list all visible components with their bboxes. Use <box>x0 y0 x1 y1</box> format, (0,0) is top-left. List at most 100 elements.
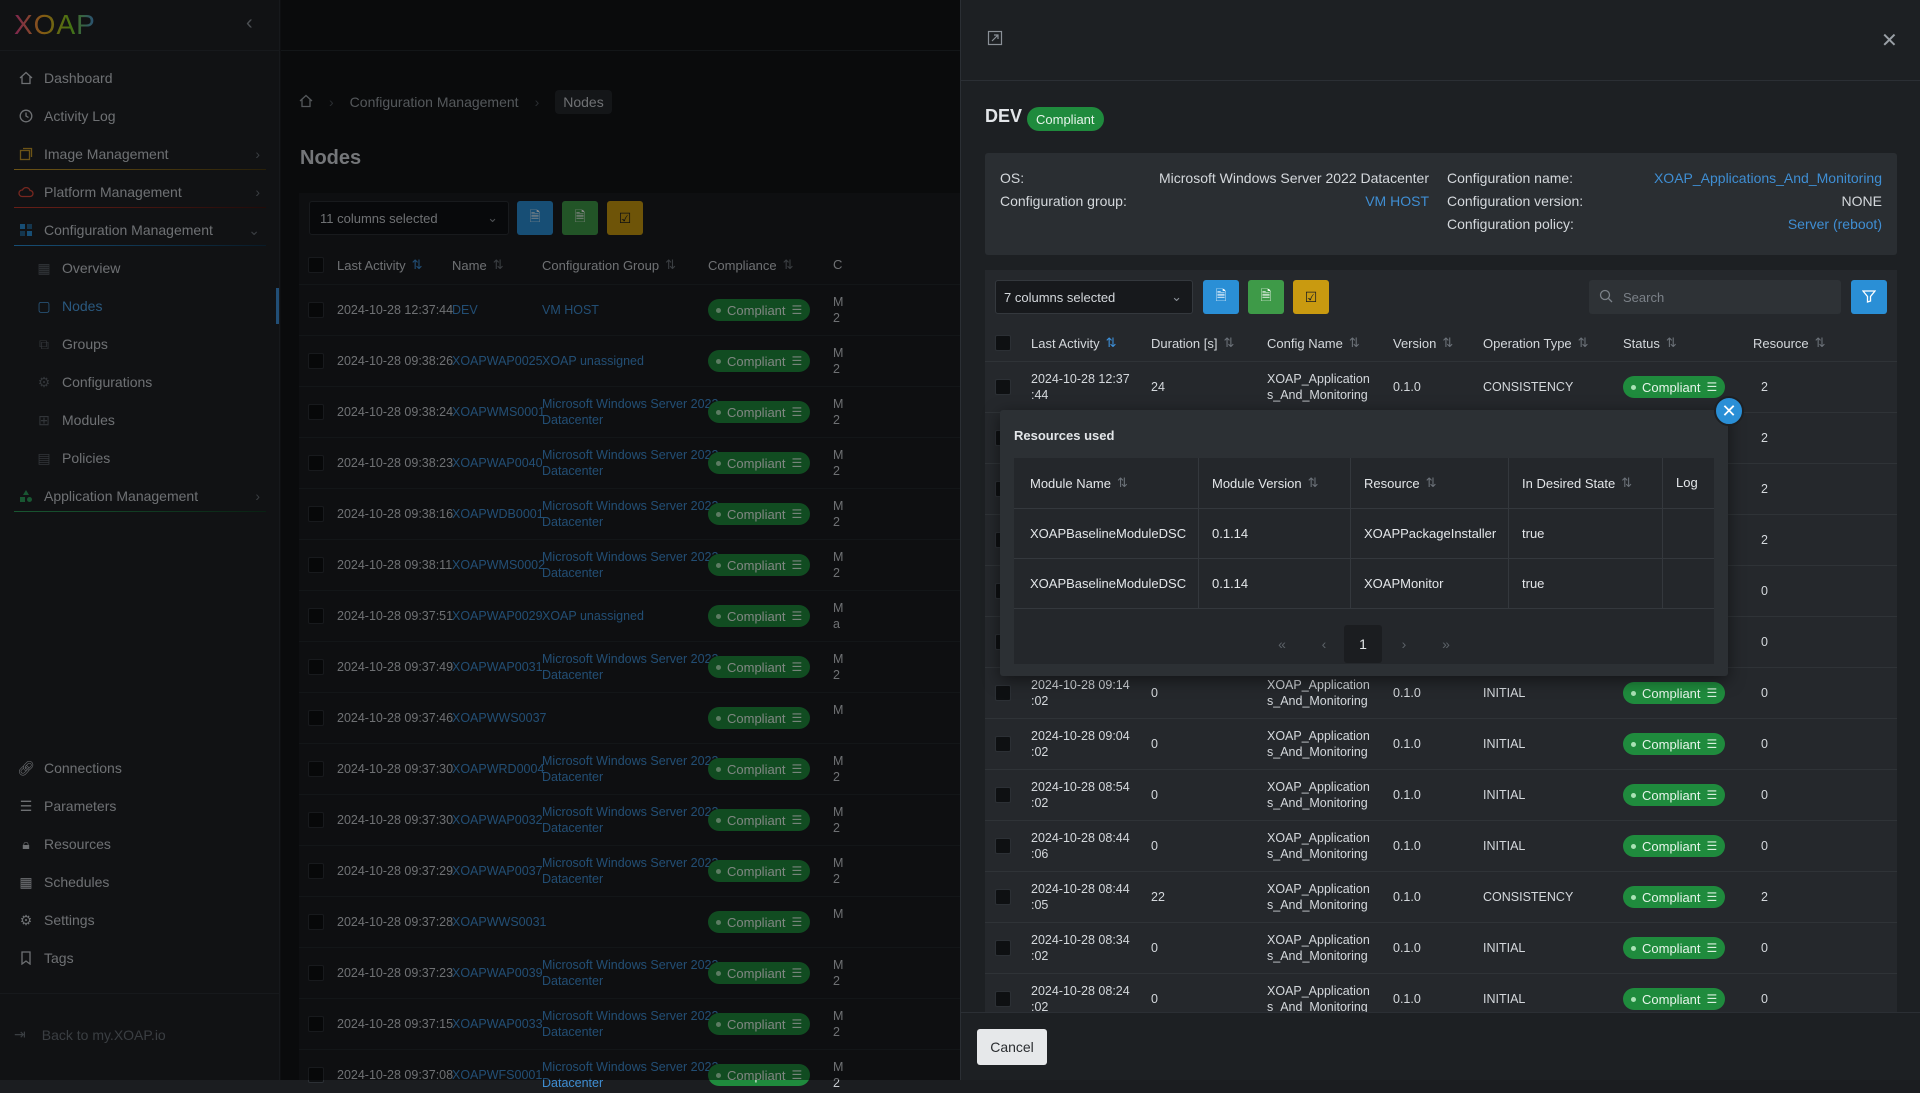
row-checkbox[interactable] <box>995 889 1011 905</box>
divider <box>961 1012 1920 1013</box>
cancel-button[interactable]: Cancel <box>977 1029 1047 1065</box>
modal-backdrop[interactable] <box>0 0 960 1080</box>
cell-resource: XOAPPackageInstaller <box>1364 526 1497 541</box>
cell-version: 0.1.0 <box>1393 686 1421 700</box>
column-divider <box>1350 458 1351 608</box>
badge-label: Compliant <box>1642 787 1701 803</box>
column-selector[interactable]: 7 columns selected ⌄ <box>995 280 1193 314</box>
row-checkbox[interactable] <box>995 940 1011 956</box>
sort-icon: ⇅ <box>1307 475 1319 490</box>
cell-duration: 0 <box>1151 737 1158 751</box>
select-all-checkbox[interactable] <box>995 335 1011 351</box>
popup-title: Resources used <box>1014 428 1115 443</box>
page-number-current[interactable]: 1 <box>1344 625 1382 663</box>
col-header-module-name[interactable]: Module Name ⇅ <box>1030 475 1128 491</box>
cell-last-activity: :02 <box>1031 1000 1049 1012</box>
cell-last-activity: :02 <box>1031 694 1049 708</box>
cell-resource-count: 0 <box>1761 839 1768 853</box>
status-badge[interactable]: Compliant ☰ <box>1623 835 1726 857</box>
cell-version: 0.1.0 <box>1393 890 1421 904</box>
search-input[interactable]: Search <box>1589 280 1841 314</box>
cell-config-name: s_And_Monitoring <box>1267 847 1368 861</box>
cell-module-version: 0.1.14 <box>1212 526 1249 541</box>
badge-label: Compliant <box>1642 685 1701 701</box>
config-policy-label: Configuration policy: <box>1447 216 1574 232</box>
column-divider <box>1198 458 1199 608</box>
first-page-icon[interactable]: « <box>1272 625 1292 663</box>
expand-icon[interactable] <box>987 30 1003 49</box>
prev-page-icon[interactable]: ‹ <box>1314 625 1334 663</box>
col-header-label: Resource <box>1364 475 1420 491</box>
row-checkbox[interactable] <box>995 838 1011 854</box>
export-csv-button[interactable]: 🗎 <box>1203 280 1239 314</box>
row-divider <box>1014 608 1714 609</box>
col-header-label: Operation Type <box>1483 335 1572 351</box>
details-list-icon: ☰ <box>1706 941 1718 955</box>
details-list-icon: ☰ <box>1706 839 1718 853</box>
cell-last-activity: :06 <box>1031 847 1049 861</box>
col-header-label: Module Name <box>1030 475 1111 491</box>
row-checkbox[interactable] <box>995 379 1011 395</box>
column-divider <box>1662 458 1663 608</box>
col-header-config-name[interactable]: Config Name ⇅ <box>1267 335 1360 351</box>
col-header-version[interactable]: Version ⇅ <box>1393 335 1453 351</box>
cell-last-activity: 2024-10-28 08:34 <box>1031 933 1130 947</box>
col-header-duration[interactable]: Duration [s] ⇅ <box>1151 335 1234 351</box>
close-popup-icon[interactable]: ✕ <box>1714 396 1744 426</box>
col-header-label: Version <box>1393 335 1437 351</box>
cell-desired-state: true <box>1522 526 1545 541</box>
col-header-label: In Desired State <box>1522 475 1616 491</box>
status-badge[interactable]: Compliant ☰ <box>1623 376 1726 398</box>
col-header-in-desired-state[interactable]: In Desired State ⇅ <box>1522 475 1632 491</box>
cell-module-name: XOAPBaselineModuleDSC <box>1030 526 1187 541</box>
search-placeholder: Search <box>1623 289 1665 305</box>
row-checkbox[interactable] <box>995 685 1011 701</box>
select-all-button[interactable]: ☑ <box>1293 280 1329 314</box>
status-badge: Compliant <box>1027 107 1104 131</box>
sort-icon: ⇅ <box>1442 335 1454 350</box>
next-page-icon[interactable]: › <box>1394 625 1414 663</box>
row-divider <box>985 871 1897 872</box>
config-name-link[interactable]: XOAP_Applications_And_Monitoring <box>1654 170 1882 186</box>
cell-resource-count: 2 <box>1761 380 1768 394</box>
export-excel-button[interactable]: 🗎 <box>1248 280 1284 314</box>
col-header-last-activity[interactable]: Last Activity ⇅ <box>1031 335 1117 351</box>
divider <box>961 80 1920 81</box>
status-badge[interactable]: Compliant ☰ <box>1623 784 1726 806</box>
config-policy-link[interactable]: Server (reboot) <box>1788 216 1882 232</box>
row-checkbox[interactable] <box>995 991 1011 1007</box>
cell-version: 0.1.0 <box>1393 788 1421 802</box>
cell-module-version: 0.1.14 <box>1212 576 1249 591</box>
search-icon <box>1599 289 1613 306</box>
filter-button[interactable] <box>1851 280 1887 314</box>
config-name-label: Configuration name: <box>1447 170 1574 186</box>
last-page-icon[interactable]: » <box>1436 625 1456 663</box>
col-header-operation-type[interactable]: Operation Type ⇅ <box>1483 335 1589 351</box>
col-header-resource[interactable]: Resource ⇅ <box>1753 335 1826 351</box>
status-badge[interactable]: Compliant ☰ <box>1623 937 1726 959</box>
row-divider <box>985 922 1897 923</box>
col-header-module-version[interactable]: Module Version ⇅ <box>1212 475 1319 491</box>
cell-resource-count: 0 <box>1761 992 1768 1006</box>
details-list-icon: ☰ <box>1706 380 1718 394</box>
cell-last-activity: 2024-10-28 09:14 <box>1031 678 1130 692</box>
badge-label: Compliant <box>1642 889 1701 905</box>
config-group-link[interactable]: VM HOST <box>1365 193 1429 209</box>
cell-version: 0.1.0 <box>1393 941 1421 955</box>
row-divider <box>985 361 1897 362</box>
status-badge[interactable]: Compliant ☰ <box>1623 682 1726 704</box>
status-badge[interactable]: Compliant ☰ <box>1623 733 1726 755</box>
status-badge[interactable]: Compliant ☰ <box>1623 886 1726 908</box>
status-dot-icon <box>1631 996 1636 1002</box>
status-badge[interactable]: Compliant ☰ <box>1623 988 1726 1010</box>
row-checkbox[interactable] <box>995 787 1011 803</box>
col-header-resource[interactable]: Resource ⇅ <box>1364 475 1437 491</box>
col-header-log[interactable]: Log <box>1676 475 1698 490</box>
cell-last-activity: 2024-10-28 08:54 <box>1031 780 1130 794</box>
row-checkbox[interactable] <box>995 736 1011 752</box>
cell-resource-count: 2 <box>1761 533 1768 547</box>
cell-config-name: s_And_Monitoring <box>1267 898 1368 912</box>
cell-version: 0.1.0 <box>1393 737 1421 751</box>
col-header-status[interactable]: Status ⇅ <box>1623 335 1677 351</box>
close-icon[interactable]: ✕ <box>1881 28 1898 53</box>
